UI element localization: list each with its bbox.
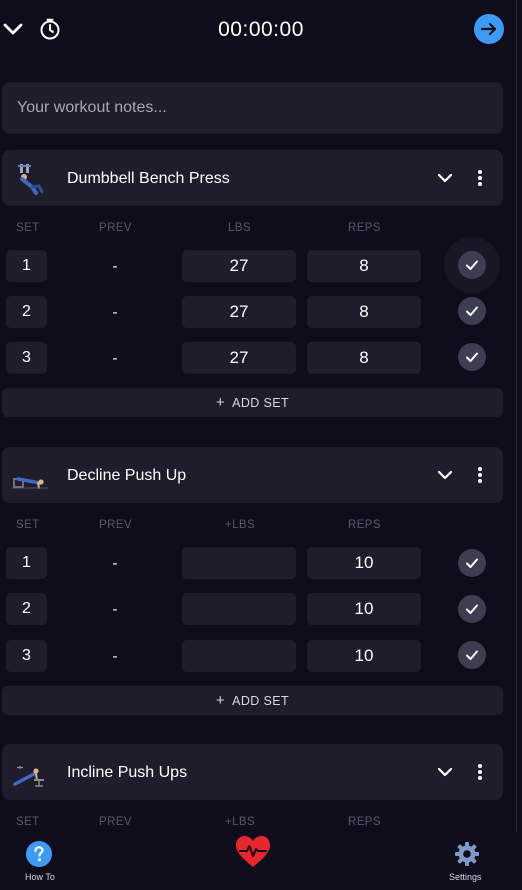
previous-value: - (112, 554, 118, 572)
more-options-icon[interactable] (472, 167, 488, 189)
help-icon (34, 846, 44, 862)
add-set-label: ADD SET (232, 395, 290, 410)
settings-label[interactable]: Settings (449, 872, 482, 882)
set-complete-checkbox[interactable] (458, 595, 486, 623)
chevron-down-icon[interactable] (434, 464, 456, 486)
check-icon (466, 650, 478, 660)
set-complete-checkbox[interactable] (458, 297, 486, 325)
plus-icon: + (215, 692, 226, 709)
previous-value: - (112, 303, 118, 321)
reps-input[interactable]: 8 (307, 250, 421, 282)
check-icon (466, 306, 478, 316)
workout-notes-input[interactable] (2, 82, 503, 134)
exercise-title: Dumbbell Bench Press (67, 170, 230, 187)
reps-input[interactable]: 10 (307, 593, 421, 625)
column-header-set: SET (16, 222, 40, 234)
column-header-prev: PREV (99, 222, 132, 234)
weight-input[interactable] (182, 593, 296, 625)
how-to-button[interactable] (26, 841, 52, 867)
set-number[interactable]: 2 (6, 296, 47, 328)
exercise-title: Incline Push Ups (67, 764, 188, 781)
weight-input[interactable]: 27 (182, 342, 296, 374)
weight-input[interactable] (182, 547, 296, 579)
scrollbar[interactable] (516, 0, 517, 890)
exercise-header[interactable]: Dumbbell Bench Press (2, 150, 503, 206)
reps-input[interactable]: 8 (307, 296, 421, 328)
reps-input[interactable]: 10 (307, 547, 421, 579)
set-number[interactable]: 1 (6, 547, 47, 579)
weight-input[interactable]: 27 (182, 250, 296, 282)
column-header-reps: REPS (348, 519, 381, 531)
previous-value: - (112, 257, 118, 275)
weight-input[interactable]: 27 (182, 296, 296, 328)
check-icon (466, 352, 478, 362)
arrow-right-icon (480, 22, 497, 36)
more-options-icon[interactable] (472, 761, 488, 783)
plus-icon: + (215, 394, 226, 411)
chevron-down-icon[interactable] (434, 167, 456, 189)
check-icon (466, 604, 478, 614)
set-number[interactable]: 3 (6, 342, 47, 374)
column-header-reps: REPS (348, 816, 381, 828)
workout-notes[interactable] (2, 82, 503, 134)
bottom-nav: How To Settings (0, 832, 522, 890)
exercise-header[interactable]: Decline Push Up (2, 447, 503, 503)
set-number[interactable]: 1 (6, 250, 47, 282)
exercise-header[interactable]: Incline Push Ups (2, 744, 503, 800)
exercise-thumbnail (12, 160, 48, 196)
gear-icon (455, 842, 479, 866)
reps-input[interactable]: 8 (307, 342, 421, 374)
finish-workout-button[interactable] (474, 14, 504, 44)
add-set-label: ADD SET (232, 693, 290, 708)
add-set-button[interactable]: + ADD SET (2, 388, 503, 417)
column-header-weight: +LBS (225, 816, 256, 828)
previous-value: - (112, 600, 118, 618)
more-options-icon[interactable] (472, 464, 488, 486)
column-header-reps: REPS (348, 222, 381, 234)
heart-pulse-icon (236, 836, 270, 867)
exercise-title: Decline Push Up (67, 467, 187, 484)
column-header-weight: LBS (228, 222, 251, 234)
column-header-prev: PREV (99, 816, 132, 828)
check-icon (466, 260, 478, 270)
add-set-button[interactable]: + ADD SET (2, 686, 503, 715)
previous-value: - (112, 349, 118, 367)
weight-input[interactable] (182, 640, 296, 672)
exercise-thumbnail (12, 754, 48, 790)
set-complete-checkbox[interactable] (458, 641, 486, 669)
set-complete-checkbox[interactable] (458, 549, 486, 577)
elapsed-timer: 00:00:00 (218, 18, 304, 41)
reps-input[interactable]: 10 (307, 640, 421, 672)
how-to-label[interactable]: How To (25, 872, 55, 882)
set-complete-checkbox[interactable] (458, 343, 486, 371)
set-number[interactable]: 2 (6, 593, 47, 625)
set-complete-checkbox[interactable] (458, 251, 486, 279)
settings-button[interactable] (453, 840, 481, 868)
check-icon (466, 558, 478, 568)
heart-pulse-button[interactable] (234, 834, 272, 870)
top-bar: 00:00:00 (0, 0, 522, 60)
chevron-down-icon[interactable] (434, 761, 456, 783)
column-header-prev: PREV (99, 519, 132, 531)
set-number[interactable]: 3 (6, 640, 47, 672)
exercise-thumbnail (12, 457, 48, 493)
column-header-set: SET (16, 519, 40, 531)
column-header-set: SET (16, 816, 40, 828)
previous-value: - (112, 647, 118, 665)
column-header-weight: +LBS (225, 519, 256, 531)
